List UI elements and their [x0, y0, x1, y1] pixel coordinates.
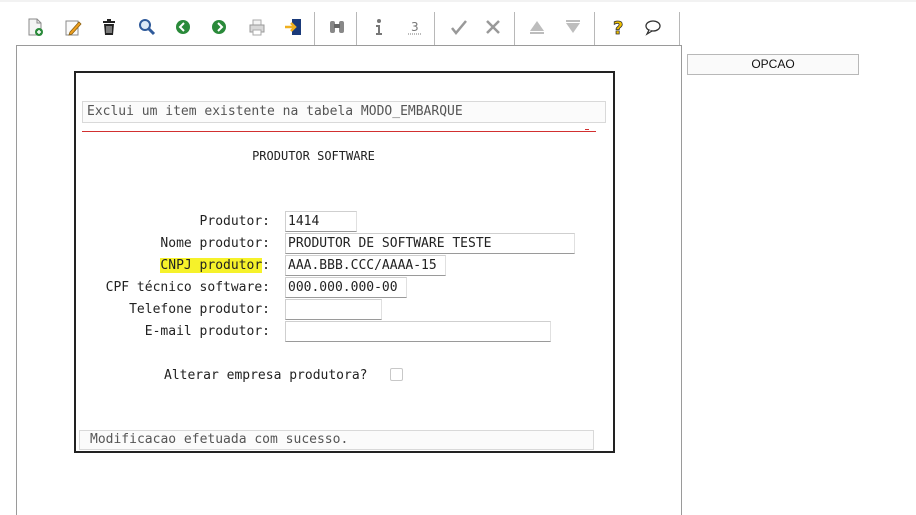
chat-icon[interactable] [640, 10, 666, 44]
delete-icon[interactable] [96, 10, 122, 44]
toolbar-separator [314, 12, 315, 46]
help-icon[interactable]: ? [606, 10, 632, 44]
produtor-software-dialog: Exclui um item existente na tabela MODO_… [74, 71, 615, 453]
nome-produtor-field[interactable]: PRODUTOR DE SOFTWARE TESTE [285, 233, 575, 254]
produtor-label: Produtor: [199, 214, 270, 229]
binoculars-icon[interactable] [324, 10, 350, 44]
info-icon[interactable] [366, 10, 392, 44]
cnpj-produtor-label: CNPJ produtor: [160, 258, 270, 273]
red-separator [82, 131, 596, 132]
cancel-icon[interactable] [480, 10, 506, 44]
dialog-title: PRODUTOR SOFTWARE [252, 149, 375, 163]
toolbar: 3 ? [18, 10, 680, 46]
alterar-empresa-label: Alterar empresa produtora? [164, 368, 368, 383]
toolbar-separator [679, 12, 680, 46]
search-icon[interactable] [134, 10, 160, 44]
alterar-empresa-checkbox[interactable] [390, 368, 403, 381]
confirm-icon[interactable] [446, 10, 472, 44]
cnpj-label-colon: : [262, 258, 270, 273]
print-icon[interactable] [244, 10, 270, 44]
underline-field-icon[interactable]: 3 [402, 10, 428, 44]
cpf-tecnico-label: CPF técnico software: [105, 280, 270, 295]
toolbar-separator [434, 12, 435, 46]
action-message: Exclui um item existente na tabela MODO_… [82, 101, 606, 123]
toolbar-separator [356, 12, 357, 46]
top-border [0, 0, 916, 2]
cpf-tecnico-field[interactable]: 000.000.000-00 [285, 277, 407, 298]
cnpj-produtor-field[interactable]: AAA.BBB.CCC/AAAA-15 [285, 255, 446, 276]
email-produtor-label: E-mail produtor: [144, 324, 270, 339]
opcao-button[interactable]: OPCAO [687, 54, 859, 75]
edit-icon[interactable] [60, 10, 86, 44]
red-separator-tick [585, 129, 589, 130]
first-record-icon[interactable] [524, 10, 550, 44]
previous-icon[interactable] [170, 10, 196, 44]
cnpj-label-highlight: CNPJ produtor [160, 258, 263, 273]
next-icon[interactable] [206, 10, 232, 44]
status-message: Modificacao efetuada com sucesso. [79, 430, 594, 450]
nome-produtor-label: Nome produtor: [160, 236, 270, 251]
svg-text:3: 3 [411, 20, 419, 34]
telefone-produtor-field[interactable] [285, 299, 382, 320]
produtor-field[interactable]: 1414 [285, 211, 357, 232]
toolbar-separator [594, 12, 595, 46]
last-record-icon[interactable] [560, 10, 586, 44]
new-icon[interactable] [22, 10, 48, 44]
toolbar-separator [514, 12, 515, 46]
telefone-produtor-label: Telefone produtor: [129, 302, 270, 317]
svg-text:?: ? [613, 18, 623, 37]
email-produtor-field[interactable] [285, 321, 551, 342]
exit-icon[interactable] [280, 10, 306, 44]
